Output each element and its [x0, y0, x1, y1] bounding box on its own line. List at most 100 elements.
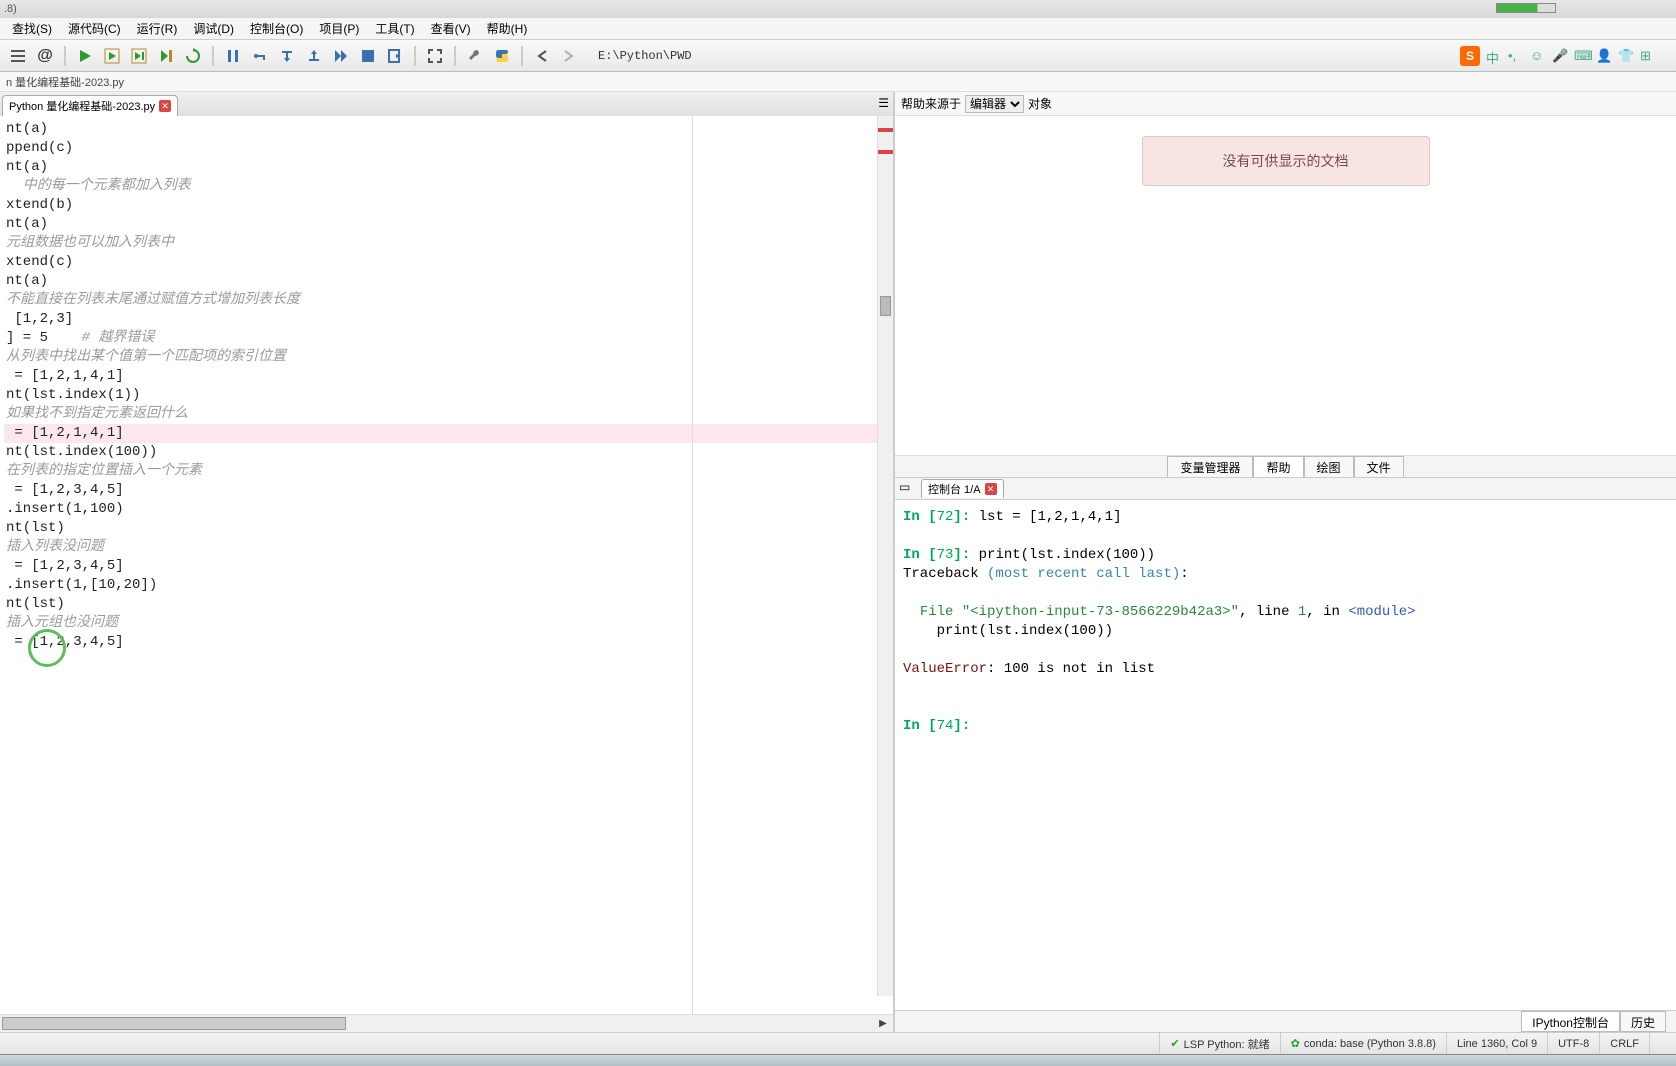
- breadcrumb: n 量化编程基础-2023.py: [0, 72, 1676, 92]
- sogou-icon[interactable]: S: [1460, 46, 1480, 66]
- code-editor[interactable]: nt(a)ppend(c)nt(a) 中的每一个元素都加入列表xtend(b)n…: [0, 116, 893, 1014]
- code-line[interactable]: 插入元组也没问题: [4, 614, 893, 633]
- collapse-icon[interactable]: ▭: [899, 480, 917, 498]
- code-line[interactable]: xtend(c): [4, 253, 893, 272]
- code-line[interactable]: nt(lst): [4, 595, 893, 614]
- console-tab[interactable]: 控制台 1/A ✕: [921, 479, 1004, 498]
- menu-source[interactable]: 源代码(C): [60, 18, 129, 39]
- debug-exit-icon[interactable]: [383, 44, 407, 68]
- tab-plots[interactable]: 绘图: [1304, 456, 1354, 477]
- separator: [414, 46, 416, 66]
- margin-line: [692, 116, 693, 1014]
- code-line[interactable]: 不能直接在列表末尾通过赋值方式增加列表长度: [4, 291, 893, 310]
- taskbar: [0, 1054, 1676, 1066]
- code-line[interactable]: = [1,2,1,4,1]: [4, 367, 893, 386]
- menu-help[interactable]: 帮助(H): [479, 18, 536, 39]
- code-line[interactable]: 从列表中找出某个值第一个匹配项的索引位置: [4, 348, 893, 367]
- ipython-console[interactable]: In [72]: lst = [1,2,1,4,1] In [73]: prin…: [895, 500, 1676, 1010]
- code-line[interactable]: = [1,2,3,4,5]: [4, 481, 893, 500]
- close-icon[interactable]: ✕: [985, 483, 997, 495]
- check-icon: ✔: [1170, 1037, 1179, 1050]
- debug-step-icon[interactable]: [248, 44, 272, 68]
- code-line[interactable]: 元组数据也可以加入列表中: [4, 234, 893, 253]
- ime-keyboard-icon[interactable]: ⌨: [1574, 48, 1590, 64]
- editor-tab[interactable]: Python 量化编程基础-2023.py ✕: [2, 95, 178, 116]
- menu-run[interactable]: 运行(R): [129, 18, 186, 39]
- menu-console[interactable]: 控制台(O): [242, 18, 311, 39]
- ime-user-icon[interactable]: 👤: [1596, 48, 1612, 64]
- horizontal-scrollbar[interactable]: ▶: [0, 1014, 893, 1032]
- code-line[interactable]: .insert(1,[10,20]): [4, 576, 893, 595]
- scroll-right-icon[interactable]: ▶: [875, 1017, 891, 1030]
- code-line[interactable]: nt(lst): [4, 519, 893, 538]
- help-object-label: 对象: [1028, 95, 1052, 112]
- menu-debug[interactable]: 调试(D): [185, 18, 242, 39]
- ime-face-icon[interactable]: ☺: [1530, 48, 1546, 64]
- code-line[interactable]: 在列表的指定位置插入一个元素: [4, 462, 893, 481]
- run-icon[interactable]: [73, 44, 97, 68]
- run-selection-icon[interactable]: [154, 44, 178, 68]
- code-line[interactable]: = [1,2,3,4,5]: [4, 557, 893, 576]
- code-line[interactable]: [1,2,3]: [4, 310, 893, 329]
- menu-project[interactable]: 项目(P): [311, 18, 367, 39]
- tab-variables[interactable]: 变量管理器: [1167, 456, 1253, 477]
- code-line[interactable]: nt(lst.index(100)): [4, 443, 893, 462]
- scroll-thumb[interactable]: [880, 296, 891, 316]
- code-line[interactable]: nt(a): [4, 215, 893, 234]
- code-line[interactable]: .insert(1,100): [4, 500, 893, 519]
- code-line[interactable]: 如果找不到指定元素返回什么: [4, 405, 893, 424]
- back-icon[interactable]: [530, 44, 554, 68]
- tab-ipython[interactable]: IPython控制台: [1521, 1011, 1620, 1032]
- ime-tool-icon[interactable]: ⊞: [1640, 48, 1656, 64]
- status-rw: [1649, 1033, 1670, 1054]
- code-line[interactable]: 中的每一个元素都加入列表: [4, 177, 893, 196]
- code-line[interactable]: = [1,2,1,4,1]: [4, 424, 893, 443]
- status-conda: ✿ conda: base (Python 3.8.8): [1280, 1033, 1446, 1054]
- code-line[interactable]: ppend(c): [4, 139, 893, 158]
- help-source-dropdown[interactable]: 编辑器: [965, 95, 1024, 113]
- run-cell-icon[interactable]: [100, 44, 124, 68]
- code-line[interactable]: 插入列表没问题: [4, 538, 893, 557]
- debug-pause-icon[interactable]: [221, 44, 245, 68]
- console-line: In [72]: lst = [1,2,1,4,1]: [903, 508, 1668, 527]
- console-line: ValueError: 100 is not in list: [903, 660, 1668, 679]
- help-content: 没有可供显示的文档: [895, 116, 1676, 456]
- rerun-icon[interactable]: [181, 44, 205, 68]
- tab-history[interactable]: 历史: [1620, 1011, 1666, 1032]
- scroll-mark: [878, 150, 893, 154]
- code-line[interactable]: = [1,2,3,4,5]: [4, 633, 893, 652]
- scroll-thumb[interactable]: [2, 1017, 346, 1030]
- options-icon[interactable]: ☰: [878, 96, 889, 110]
- wrench-icon[interactable]: [463, 44, 487, 68]
- menu-find[interactable]: 查找(S): [4, 18, 60, 39]
- code-line[interactable]: nt(lst.index(1)): [4, 386, 893, 405]
- code-line[interactable]: xtend(b): [4, 196, 893, 215]
- debug-continue-icon[interactable]: [329, 44, 353, 68]
- at-icon[interactable]: @: [33, 44, 57, 68]
- console-line: [903, 698, 1668, 717]
- ime-lang-icon[interactable]: 中: [1486, 48, 1502, 64]
- conda-icon: ✿: [1291, 1037, 1300, 1050]
- debug-step-out-icon[interactable]: [302, 44, 326, 68]
- menu-tools[interactable]: 工具(T): [367, 18, 422, 39]
- debug-step-in-icon[interactable]: [275, 44, 299, 68]
- run-cell-advance-icon[interactable]: [127, 44, 151, 68]
- code-line[interactable]: nt(a): [4, 120, 893, 139]
- ime-mic-icon[interactable]: 🎤: [1552, 48, 1568, 64]
- debug-stop-icon[interactable]: [356, 44, 380, 68]
- ime-punct-icon[interactable]: •,: [1508, 48, 1524, 64]
- python-icon[interactable]: [490, 44, 514, 68]
- status-position: Line 1360, Col 9: [1446, 1033, 1547, 1054]
- tab-files[interactable]: 文件: [1354, 456, 1404, 477]
- code-line[interactable]: nt(a): [4, 158, 893, 177]
- ime-skin-icon[interactable]: 👕: [1618, 48, 1634, 64]
- code-line[interactable]: ] = 5 # 越界错误: [4, 329, 893, 348]
- close-icon[interactable]: ✕: [159, 100, 171, 112]
- forward-icon[interactable]: [557, 44, 581, 68]
- maximize-icon[interactable]: [423, 44, 447, 68]
- vertical-scrollbar[interactable]: [877, 116, 893, 996]
- tab-help[interactable]: 帮助: [1253, 456, 1303, 477]
- outline-icon[interactable]: [6, 44, 30, 68]
- code-line[interactable]: nt(a): [4, 272, 893, 291]
- menu-view[interactable]: 查看(V): [423, 18, 479, 39]
